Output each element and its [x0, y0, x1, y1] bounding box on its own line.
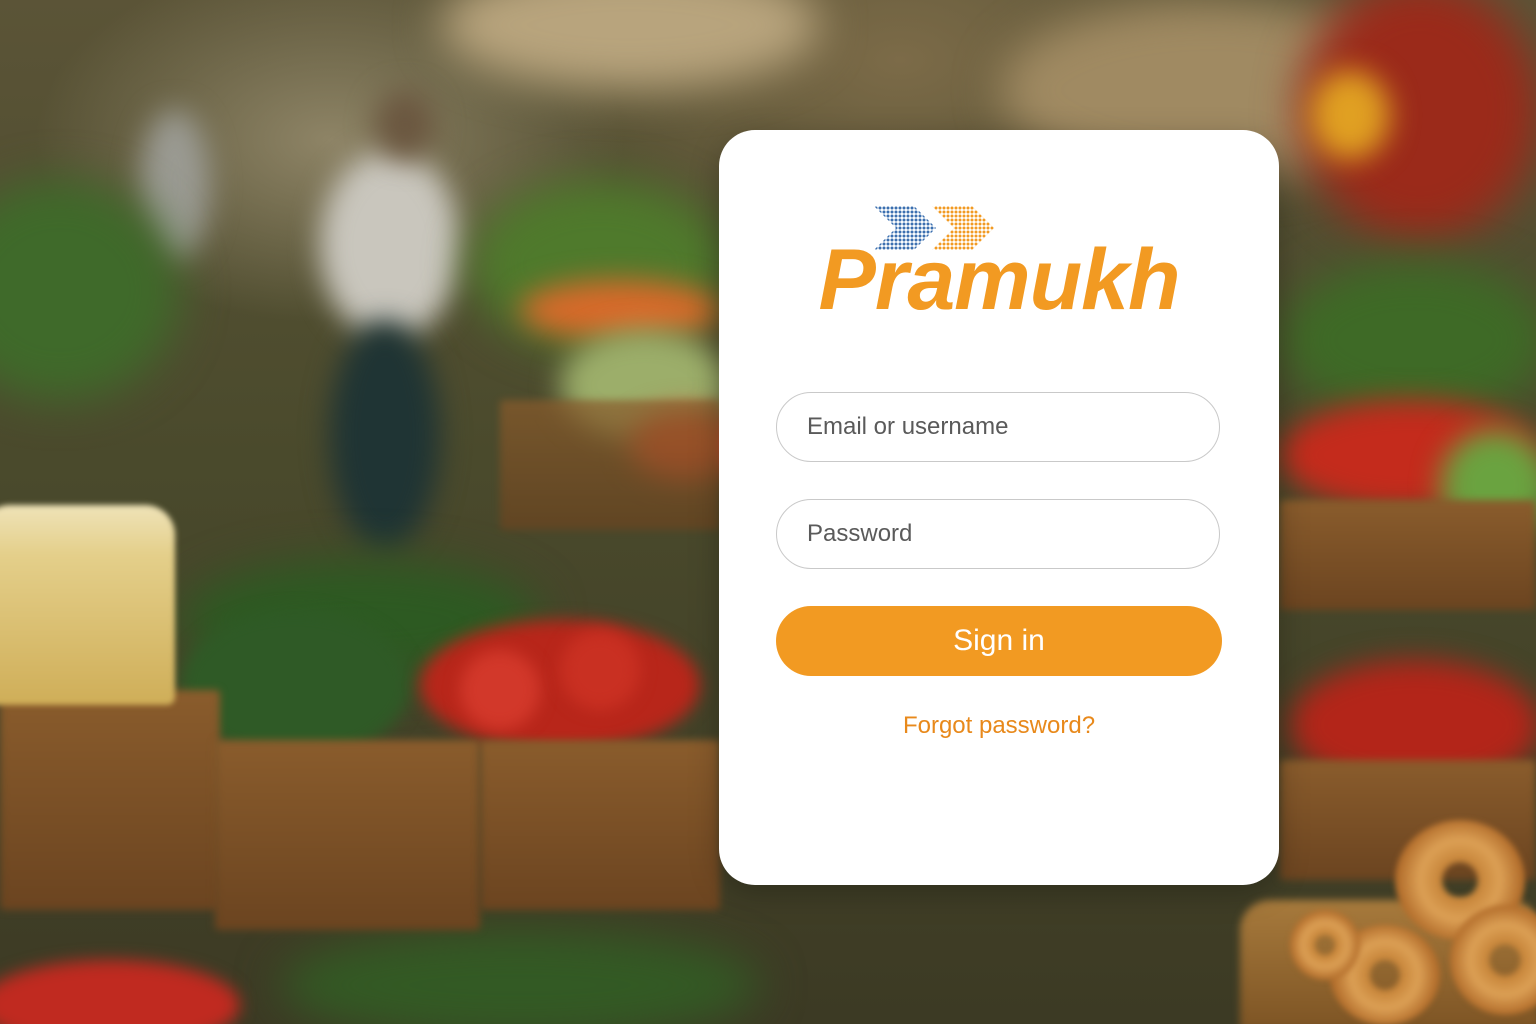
sign-in-button[interactable]: Sign in	[776, 606, 1222, 676]
forgot-password-link[interactable]: Forgot password?	[719, 712, 1279, 740]
brand-wordmark: Pramukh	[818, 232, 1180, 328]
login-card: Pramukh Sign in Forgot password?	[719, 130, 1279, 885]
brand-logo: Pramukh	[719, 200, 1279, 330]
password-input[interactable]	[776, 499, 1220, 569]
email-username-input[interactable]	[776, 392, 1220, 462]
